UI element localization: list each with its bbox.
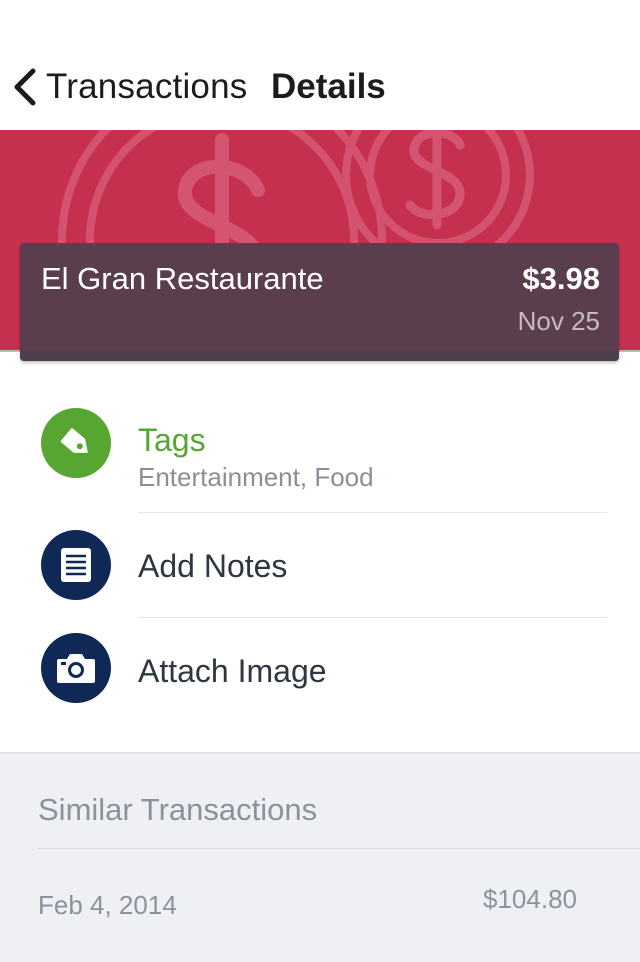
transaction-card: El Gran Restaurante $3.98 Nov 25 [20, 243, 619, 361]
attach-image-label: Attach Image [138, 653, 327, 689]
add-notes-label: Add Notes [138, 548, 288, 584]
transaction-amount: $3.98 [522, 261, 600, 296]
similar-transaction-row[interactable]: Feb 4, 2014 $104.80 [0, 874, 640, 934]
tags-row[interactable]: Tags Entertainment, Food [0, 400, 640, 513]
merchant-name: El Gran Restaurante [41, 261, 324, 296]
add-notes-row[interactable]: Add Notes [0, 513, 640, 618]
chevron-left-icon [14, 68, 36, 106]
card-footer-strip [20, 351, 619, 361]
tags-title: Tags [138, 422, 206, 458]
camera-icon [41, 633, 111, 703]
similar-transactions-title: Similar Transactions [38, 792, 318, 827]
back-label: Transactions [46, 67, 248, 106]
attach-image-row[interactable]: Attach Image [0, 618, 640, 728]
tag-icon [41, 408, 111, 478]
navigation-bar: Transactions Details [0, 0, 640, 130]
page-title: Details [271, 67, 386, 106]
notes-icon [41, 530, 111, 600]
transaction-date: Nov 25 [517, 306, 600, 336]
back-button[interactable]: Transactions [12, 64, 247, 110]
similar-transactions-section: Similar Transactions Feb 4, 2014 $104.80 [0, 752, 640, 962]
similar-transaction-date: Feb 4, 2014 [38, 890, 177, 920]
section-divider [38, 848, 640, 849]
similar-transaction-amount: $104.80 [483, 884, 577, 914]
tags-value: Entertainment, Food [138, 462, 374, 492]
